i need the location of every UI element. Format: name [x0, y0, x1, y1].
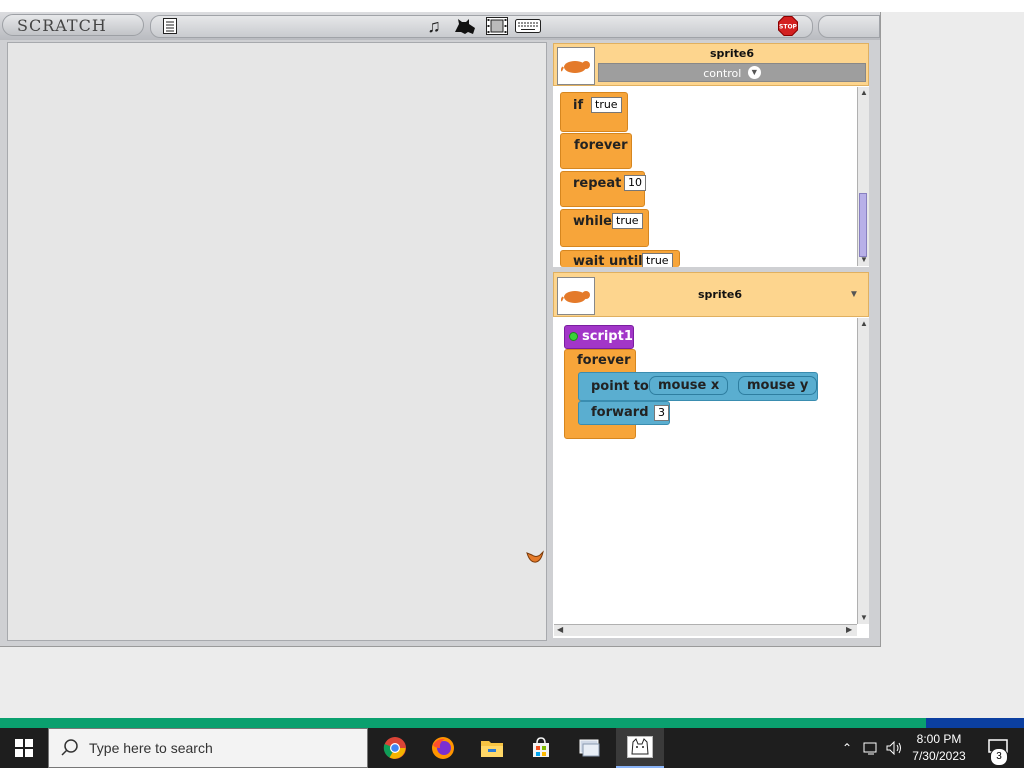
palette-block-wait-until[interactable]: wait until true	[560, 250, 680, 267]
block-arg[interactable]: true	[612, 213, 643, 229]
cat-icon[interactable]	[452, 15, 478, 37]
block-label: while	[573, 214, 612, 229]
stop-button[interactable]: STOP	[777, 15, 799, 37]
green-flag-icon	[569, 332, 578, 341]
svg-text:STOP: STOP	[779, 24, 798, 31]
category-selector[interactable]: control ▼	[598, 63, 866, 82]
mouse-y-reporter[interactable]: mouse y	[738, 376, 818, 395]
block-label: forever	[574, 138, 628, 153]
forward-block[interactable]: forward 3	[578, 401, 670, 425]
palette-sprite-name: sprite6	[710, 47, 754, 60]
clock[interactable]: 8:00 PM 7/30/2023	[906, 728, 972, 768]
taskbar-search-box[interactable]: Type here to search	[48, 728, 368, 768]
film-icon[interactable]	[485, 16, 509, 36]
file-explorer-icon[interactable]	[468, 728, 516, 768]
scripts-sprite-name: sprite6	[698, 288, 742, 301]
palette-scrollbar[interactable]: ▲ ▼	[857, 87, 869, 266]
scratch-taskbar-icon[interactable]	[616, 728, 664, 768]
top-strip	[0, 0, 1024, 12]
palette-block-forever[interactable]: forever	[560, 133, 632, 169]
point-to-block[interactable]: point to mouse x mouse y	[578, 372, 818, 401]
block-arg[interactable]: true	[642, 253, 673, 267]
taskbar-progress-stripe-end	[926, 718, 1024, 728]
scripts-hscrollbar[interactable]: ◀ ▶	[554, 624, 857, 636]
start-button[interactable]	[0, 728, 48, 768]
volume-icon[interactable]	[884, 728, 906, 768]
scripts-vscrollbar[interactable]: ▲ ▼	[857, 318, 869, 624]
search-icon	[61, 739, 79, 762]
script-list-icon[interactable]	[160, 16, 180, 36]
notification-badge: 3	[990, 748, 1008, 766]
palette-block-if[interactable]: if true	[560, 92, 628, 132]
block-label: repeat	[573, 176, 622, 191]
chevron-down-icon[interactable]: ▼	[747, 66, 761, 80]
firefox-icon[interactable]	[420, 728, 466, 768]
scripts-sprite-thumbnail[interactable]	[557, 277, 595, 315]
block-label: wait until	[573, 254, 643, 267]
network-icon[interactable]	[860, 728, 882, 768]
point-to-label: point to	[591, 379, 649, 394]
sprite-on-stage[interactable]	[524, 549, 546, 567]
search-placeholder: Type here to search	[89, 740, 213, 756]
block-arg[interactable]: true	[591, 97, 622, 113]
scratch-logo: SCRATCH	[2, 14, 144, 36]
palette-sprite-thumbnail[interactable]	[557, 47, 595, 85]
palette-block-repeat[interactable]: repeat 10	[560, 171, 646, 207]
script-hat-block[interactable]: script1	[564, 325, 634, 349]
microsoft-store-icon[interactable]	[518, 728, 564, 768]
sprite-menu-chevron-icon[interactable]: ▼	[849, 289, 859, 300]
forward-arg[interactable]: 3	[654, 405, 669, 421]
network-tool-icon[interactable]	[566, 728, 614, 768]
stage[interactable]	[7, 42, 547, 641]
block-arg[interactable]: 10	[624, 175, 646, 191]
palette-scroll-thumb[interactable]	[859, 193, 867, 257]
category-label: control	[703, 67, 742, 80]
clock-time: 8:00 PM	[916, 732, 962, 746]
palette-block-while[interactable]: while true	[560, 209, 649, 247]
toolbar-panel	[150, 15, 813, 38]
block-label: if	[573, 98, 584, 113]
clock-date: 7/30/2023	[912, 749, 966, 763]
mouse-x-reporter[interactable]: mouse x	[649, 376, 729, 395]
forever-label: forever	[577, 353, 631, 368]
script-name-label: script1	[582, 329, 633, 344]
keyboard-icon[interactable]	[514, 17, 542, 35]
chrome-icon[interactable]	[372, 728, 418, 768]
music-note-icon[interactable]: ♫	[424, 15, 444, 37]
show-hidden-icons-chevron-icon[interactable]: ⌃	[838, 728, 856, 768]
forward-label: forward	[591, 405, 649, 420]
taskbar-progress-stripe	[0, 718, 926, 728]
view-toggle-pill[interactable]	[818, 15, 880, 38]
